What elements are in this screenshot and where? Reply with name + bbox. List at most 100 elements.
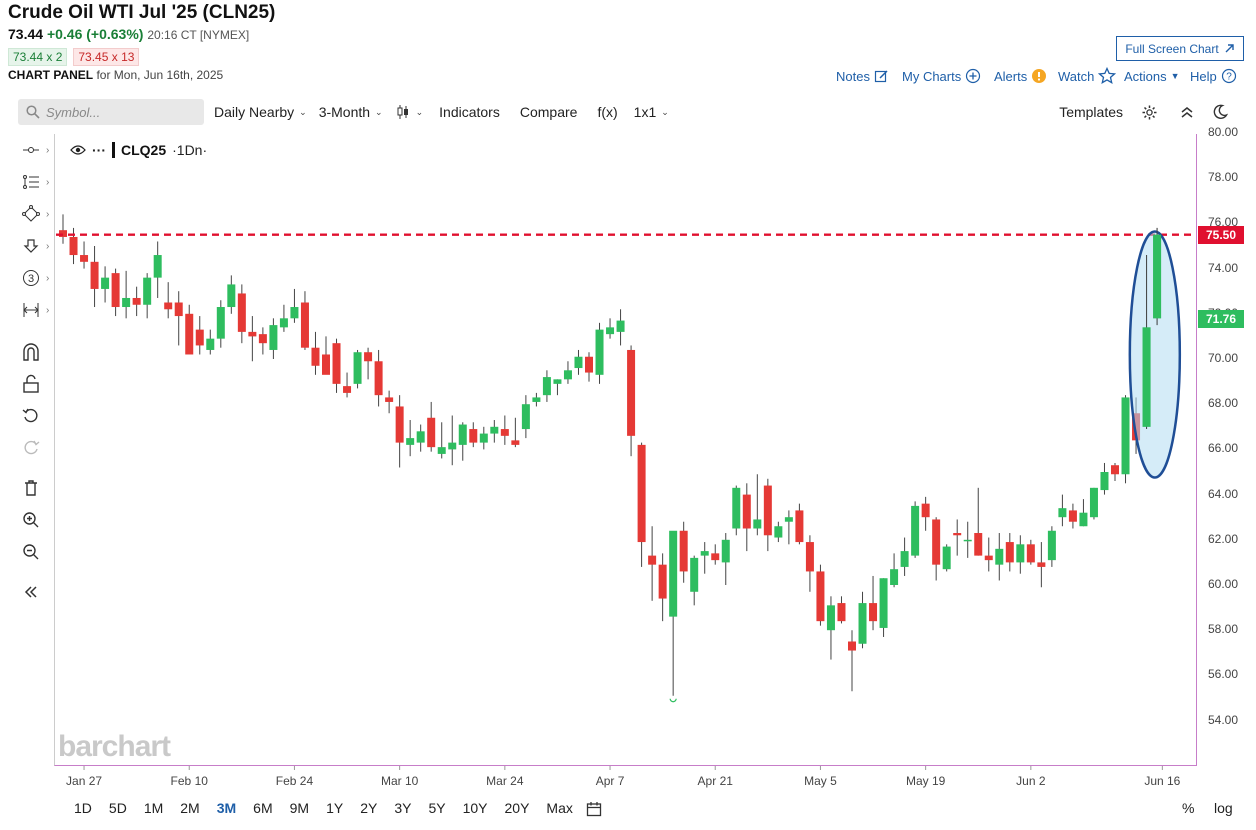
candle-body xyxy=(879,578,888,628)
candle-body xyxy=(1079,512,1088,527)
candle-body xyxy=(637,444,646,543)
candle-body xyxy=(374,361,383,396)
y-tick-label: 74.00 xyxy=(1208,260,1239,275)
candle-body xyxy=(648,555,657,565)
candle-body xyxy=(353,352,362,384)
candle-body xyxy=(101,277,110,289)
x-tick-label: Mar 24 xyxy=(486,774,524,788)
y-tick-label: 64.00 xyxy=(1208,486,1239,501)
low-marker xyxy=(669,698,677,703)
range-button-3m[interactable]: 3M xyxy=(217,800,236,816)
candle-body xyxy=(69,236,78,256)
candle-body xyxy=(364,352,373,362)
y-tick-label: 80.00 xyxy=(1208,125,1239,139)
candle-body xyxy=(1121,397,1130,475)
candle-body xyxy=(585,356,593,373)
candle-body xyxy=(343,386,352,393)
y-tick-label: 56.00 xyxy=(1208,667,1239,682)
range-button-3y[interactable]: 3Y xyxy=(394,800,411,816)
candle-body xyxy=(826,605,835,631)
range-button-1d[interactable]: 1D xyxy=(74,800,92,816)
candle-body xyxy=(595,329,604,375)
candle-body xyxy=(848,641,856,651)
x-tick-label: Jun 16 xyxy=(1144,774,1181,788)
candle-body xyxy=(1016,544,1025,563)
candle-body xyxy=(763,485,772,536)
range-button-1m[interactable]: 1M xyxy=(144,800,163,816)
candle-body xyxy=(921,503,930,518)
candle-body xyxy=(1005,542,1014,563)
range-button-10y[interactable]: 10Y xyxy=(463,800,488,816)
candle-body xyxy=(132,297,141,305)
range-button-20y[interactable]: 20Y xyxy=(505,800,530,816)
candle-body xyxy=(500,429,509,436)
y-tick-label: 66.00 xyxy=(1208,441,1239,456)
range-button-2m[interactable]: 2M xyxy=(180,800,199,816)
candle-body xyxy=(206,338,215,350)
range-button-max[interactable]: Max xyxy=(546,800,572,816)
candle-body xyxy=(963,539,972,542)
candle-body xyxy=(563,370,572,380)
y-tick-label: 60.00 xyxy=(1208,577,1239,591)
candle-body xyxy=(679,530,688,572)
range-button-1y[interactable]: 1Y xyxy=(326,800,343,816)
candle-body xyxy=(385,397,394,402)
candle-body xyxy=(784,517,793,522)
last-price-tag: 71.76 xyxy=(1198,310,1244,329)
calendar-icon[interactable] xyxy=(586,801,602,817)
candle-body xyxy=(1089,487,1098,518)
candle-body xyxy=(322,354,330,375)
candle-body xyxy=(227,284,236,308)
candle-body xyxy=(1153,234,1162,319)
candle-body xyxy=(669,530,678,617)
candle-body xyxy=(1100,472,1109,491)
range-button-6m[interactable]: 6M xyxy=(253,800,272,816)
range-button-2y[interactable]: 2Y xyxy=(360,800,377,816)
candle-body xyxy=(311,347,320,366)
candle-body xyxy=(279,318,288,328)
candle-body xyxy=(942,546,951,570)
candle-body xyxy=(700,551,709,556)
candle-body xyxy=(574,356,583,369)
candle-body xyxy=(521,404,530,430)
percent-toggle[interactable]: % xyxy=(1182,800,1194,816)
y-tick-label: 68.00 xyxy=(1208,396,1239,411)
candle-body xyxy=(248,331,257,337)
candle-body xyxy=(911,505,920,556)
candle-body xyxy=(805,542,814,572)
candle-body xyxy=(427,417,436,448)
candle-body xyxy=(237,293,246,332)
candle-body xyxy=(406,438,415,445)
candle-body xyxy=(290,307,299,319)
y-tick-label: 62.00 xyxy=(1208,531,1239,546)
x-tick-label: Feb 10 xyxy=(170,774,208,788)
candle-body xyxy=(690,557,699,592)
log-toggle[interactable]: log xyxy=(1214,800,1233,816)
candle-body xyxy=(932,519,941,565)
x-tick-label: Jun 2 xyxy=(1016,774,1046,788)
candle-body xyxy=(174,302,183,317)
candle-body xyxy=(469,429,478,443)
candle-body xyxy=(216,307,225,339)
candle-body xyxy=(732,487,741,529)
candle-body xyxy=(80,255,89,262)
range-button-5y[interactable]: 5Y xyxy=(428,800,445,816)
candle-body xyxy=(511,440,520,445)
candle-body xyxy=(258,334,267,344)
candle-body xyxy=(532,397,541,402)
candlestick-chart xyxy=(56,214,1196,770)
candle-body xyxy=(816,571,825,622)
candle-body xyxy=(1058,508,1067,518)
candle-body xyxy=(606,327,615,335)
candle-body xyxy=(953,533,962,536)
candle-body xyxy=(122,297,131,308)
time-range-bar: 1D 5D 1M 2M 3M 6M 9M 1Y 2Y 3Y 5Y 10Y 20Y Max xyxy=(74,800,590,816)
candle-body xyxy=(195,329,204,346)
range-button-5d[interactable]: 5D xyxy=(109,800,127,816)
candle-body xyxy=(542,377,551,396)
candle-body xyxy=(437,447,446,454)
candle-body xyxy=(269,325,278,350)
range-button-9m[interactable]: 9M xyxy=(290,800,309,816)
y-tick-label: 78.00 xyxy=(1208,170,1239,185)
candle-body xyxy=(1068,510,1077,522)
